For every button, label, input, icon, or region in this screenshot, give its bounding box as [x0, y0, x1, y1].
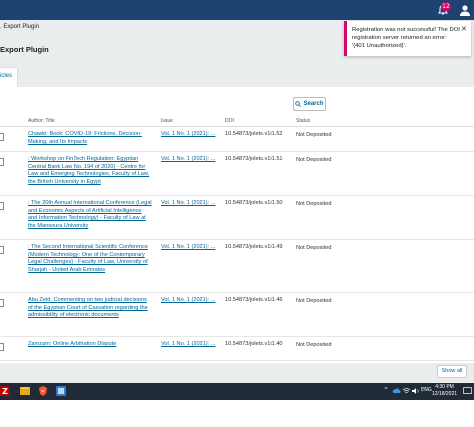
- status-value: Not Deposited: [296, 342, 332, 348]
- column-header-status: Status: [296, 118, 311, 124]
- doi-value: 10.54873/jolets.v1i1.40: [225, 341, 283, 347]
- close-icon[interactable]: ✕: [461, 25, 467, 33]
- table-header: Author; Title Issue DOI Status: [0, 116, 474, 127]
- row-checkbox[interactable]: [0, 246, 4, 254]
- row-checkbox[interactable]: [0, 202, 4, 210]
- article-title-link[interactable]: : The Second International Scientific Co…: [28, 244, 152, 275]
- notification-message: Registration was not successful! The DOI…: [352, 27, 460, 50]
- breadcrumb[interactable]: , Export Plugin: [0, 24, 39, 30]
- issue-link[interactable]: Vol. 1 No. 1 (2021): ...: [161, 297, 216, 305]
- issue-link[interactable]: Vol. 1 No. 1 (2021): ...: [161, 131, 216, 139]
- clock-time: 4:30 PM: [435, 384, 454, 390]
- cloud-icon[interactable]: [392, 387, 401, 395]
- article-title-link[interactable]: Abu Zeid: Commenting on two judicial dec…: [28, 297, 152, 320]
- status-value: Not Deposited: [296, 157, 332, 163]
- status-value: Not Deposited: [296, 245, 332, 251]
- search-button[interactable]: Search: [293, 97, 326, 111]
- windows-taskbar: Z ⌃ ENG 4:30 PM 12/18/2021: [0, 383, 474, 400]
- doi-value: 10.54873/jolets.v1i1.46: [225, 297, 283, 303]
- issue-link[interactable]: Vol. 1 No. 1 (2021): ...: [161, 244, 216, 252]
- article-title-link[interactable]: Chawki: Book: COVID-19: Frictions, Decis…: [28, 131, 152, 146]
- breadcrumb-current: Export Plugin: [3, 24, 40, 30]
- table-row: Abu Zeid: Commenting on two judicial dec…: [0, 293, 474, 337]
- status-value: Not Deposited: [296, 298, 332, 304]
- svg-text:Z: Z: [2, 387, 8, 396]
- row-checkbox[interactable]: [0, 299, 4, 307]
- issue-link[interactable]: Vol. 1 No. 1 (2021): ...: [161, 200, 216, 208]
- clock-date: 12/18/2021: [432, 391, 458, 397]
- status-value: Not Deposited: [296, 132, 332, 138]
- table-row: Chawki: Book: COVID-19: Frictions, Decis…: [0, 127, 474, 152]
- row-checkbox[interactable]: [0, 158, 4, 166]
- language-indicator[interactable]: ENG: [421, 387, 432, 393]
- table-row: : The 20th Annual International Conferen…: [0, 196, 474, 240]
- user-icon[interactable]: [458, 3, 472, 17]
- brave-browser-icon[interactable]: [38, 386, 48, 396]
- search-icon: [295, 101, 302, 107]
- table-row: : Workshop on FinTech Regulation: Egypti…: [0, 152, 474, 196]
- app-window-icon[interactable]: [56, 386, 66, 396]
- article-title-link[interactable]: : The 20th Annual International Conferen…: [28, 200, 152, 231]
- column-header-title: Author; Title: [28, 118, 55, 124]
- table-row: : The Second International Scientific Co…: [0, 240, 474, 293]
- search-button-label: Search: [303, 101, 324, 107]
- tab-articles-label: icles: [0, 73, 13, 79]
- row-checkbox[interactable]: [0, 343, 4, 351]
- file-explorer-icon[interactable]: [20, 386, 30, 396]
- page-title: Export Plugin: [0, 45, 49, 54]
- doi-value: 10.54873/jolets.v1i1.52: [225, 131, 283, 137]
- article-title-link[interactable]: Zamzam: Online Arbitration Dispute: [28, 341, 152, 349]
- show-all-button[interactable]: Show all: [437, 365, 467, 378]
- issue-link[interactable]: Vol. 1 No. 1 (2021): ...: [161, 156, 216, 164]
- doi-value: 10.54873/jolets.v1i1.49: [225, 244, 283, 250]
- doi-value: 10.54873/jolets.v1i1.51: [225, 156, 283, 162]
- doi-value: 10.54873/jolets.v1i1.50: [225, 200, 283, 206]
- error-notification: Registration was not successful! The DOI…: [344, 21, 471, 56]
- column-header-issue: Issue: [161, 118, 173, 124]
- tray-chevron-icon[interactable]: ⌃: [383, 386, 389, 394]
- wifi-icon[interactable]: [402, 387, 411, 395]
- row-checkbox[interactable]: [0, 133, 4, 141]
- bottom-blank-area: [0, 400, 474, 427]
- issue-link[interactable]: Vol. 1 No. 1 (2021): ...: [161, 341, 216, 349]
- volume-icon[interactable]: [411, 387, 420, 395]
- filezilla-icon[interactable]: Z: [0, 386, 10, 396]
- table-row: Zamzam: Online Arbitration Dispute Vol. …: [0, 337, 474, 361]
- clock[interactable]: 4:30 PM 12/18/2021: [432, 384, 457, 398]
- notification-count-badge: 12: [441, 2, 451, 11]
- status-value: Not Deposited: [296, 201, 332, 207]
- notification-center-icon[interactable]: [463, 387, 472, 395]
- top-navigation-bar: 12: [0, 0, 474, 20]
- column-header-doi: DOI: [225, 118, 234, 124]
- article-title-link[interactable]: : Workshop on FinTech Regulation: Egypti…: [28, 156, 152, 187]
